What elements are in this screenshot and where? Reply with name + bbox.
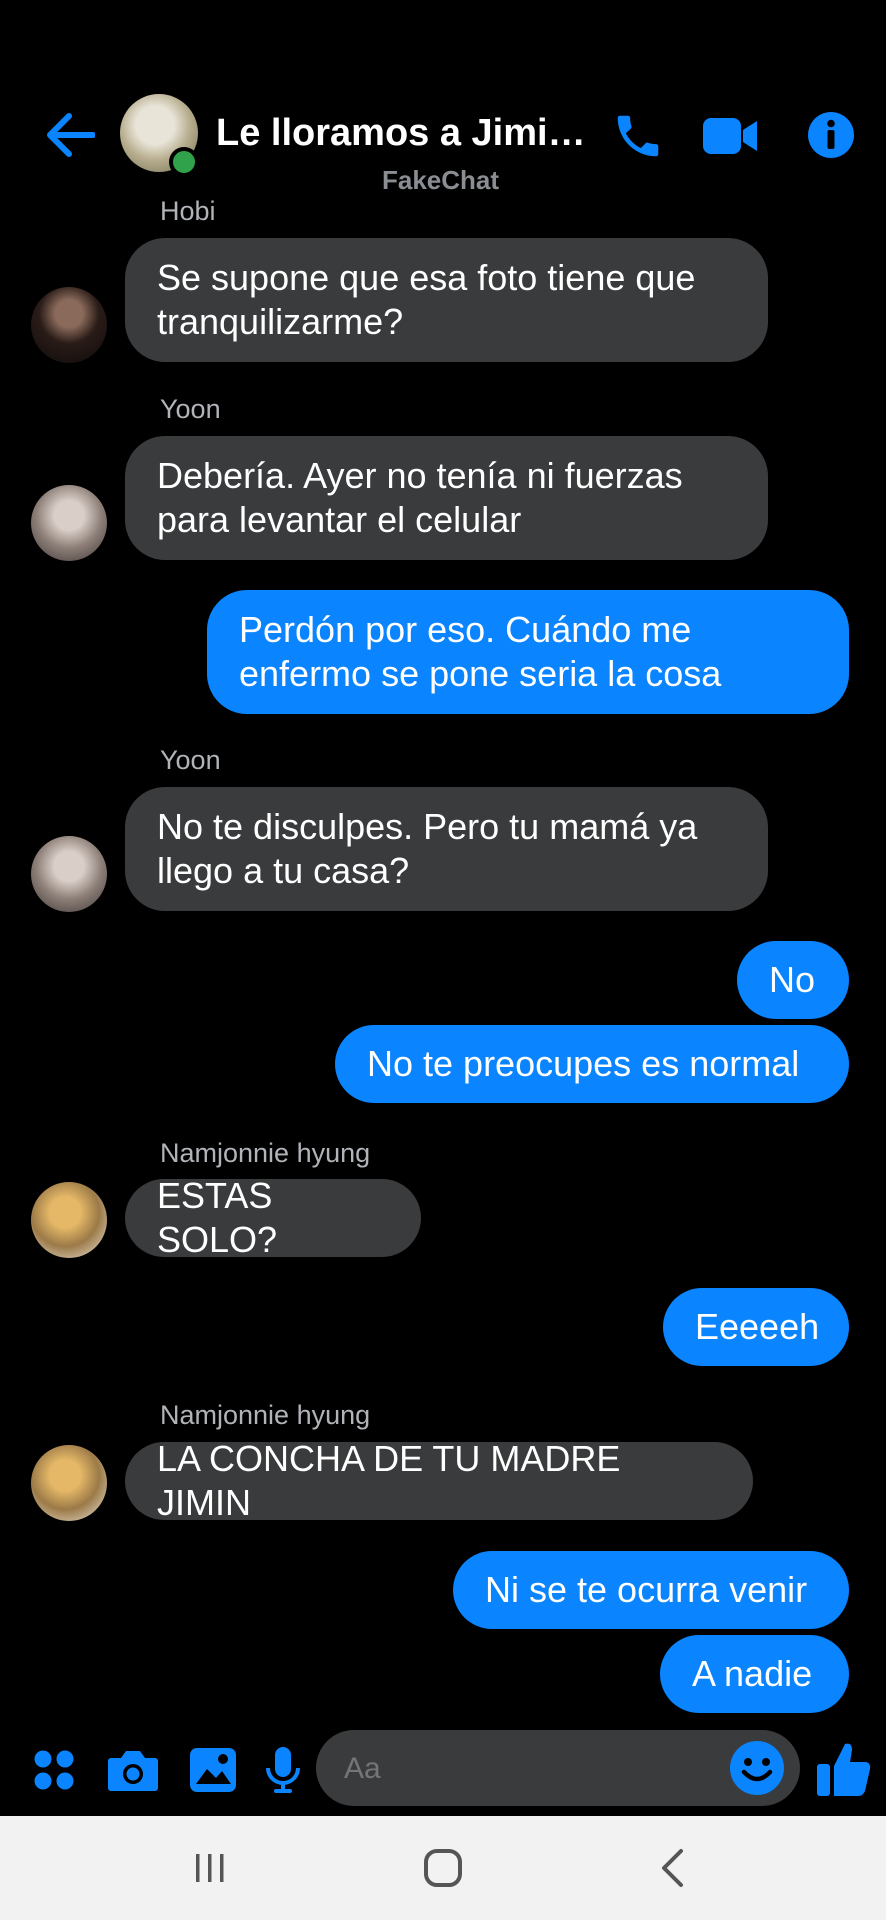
home-icon — [424, 1849, 462, 1887]
nav-back-button[interactable] — [642, 1842, 702, 1894]
more-actions-button[interactable] — [26, 1720, 82, 1820]
chat-info-button[interactable] — [800, 104, 862, 166]
group-avatar[interactable] — [120, 94, 199, 177]
message-bubble[interactable]: LA CONCHA DE TU MADRE JIMIN — [125, 1438, 753, 1523]
sender-avatar[interactable] — [31, 1445, 107, 1521]
info-icon — [808, 112, 854, 158]
message-bubble[interactable]: Ni se te ocurra venir — [453, 1551, 849, 1629]
apps-grid-icon — [34, 1750, 74, 1790]
microphone-icon — [266, 1747, 300, 1793]
back-arrow-icon — [47, 113, 95, 157]
sender-name: Yoon — [160, 394, 221, 424]
back-icon — [662, 1849, 683, 1887]
message-bubble[interactable]: No te disculpes. Pero tu mamá ya llego a… — [125, 787, 768, 911]
gallery-icon — [190, 1748, 236, 1792]
message-input[interactable] — [342, 1740, 726, 1798]
sender-avatar[interactable] — [31, 485, 107, 561]
back-button[interactable] — [40, 105, 100, 165]
message-input-container[interactable] — [316, 1730, 800, 1806]
like-button[interactable] — [816, 1740, 872, 1798]
sender-avatar[interactable] — [31, 1182, 107, 1258]
message-bubble[interactable]: ESTAS SOLO? — [125, 1175, 421, 1260]
camera-button[interactable] — [104, 1720, 162, 1820]
chat-title[interactable]: Le lloramos a Jimi… — [216, 112, 586, 155]
home-button[interactable] — [410, 1838, 476, 1898]
watermark-text: FakeChat — [382, 165, 500, 195]
like-thumb-icon — [817, 1743, 871, 1796]
message-bubble[interactable]: No — [737, 941, 849, 1019]
sender-name: Namjonnie hyung — [160, 1138, 371, 1168]
system-navigation-bar — [0, 1816, 886, 1920]
sender-name: Yoon — [160, 745, 221, 775]
gallery-button[interactable] — [184, 1720, 242, 1820]
chat-header: Le lloramos a Jimi… FakeChat — [0, 0, 886, 200]
video-camera-icon — [703, 118, 757, 154]
emoji-icon — [730, 1741, 784, 1795]
voice-call-button[interactable] — [606, 104, 670, 168]
voice-message-button[interactable] — [258, 1720, 308, 1820]
sender-avatar[interactable] — [31, 287, 107, 363]
emoji-button[interactable] — [728, 1739, 786, 1797]
message-bubble[interactable]: Se supone que esa foto tiene que tranqui… — [125, 238, 768, 362]
online-status-dot — [169, 147, 199, 177]
message-bubble[interactable]: Perdón por eso. Cuándo me enfermo se pon… — [207, 590, 849, 714]
sender-name: Hobi — [160, 196, 216, 226]
message-bubble[interactable]: Debería. Ayer no tenía ni fuerzas para l… — [125, 436, 768, 560]
phone-icon — [617, 115, 659, 157]
recent-apps-icon — [196, 1854, 224, 1882]
sender-name: Namjonnie hyung — [160, 1400, 371, 1430]
video-call-button[interactable] — [698, 104, 762, 168]
message-bubble[interactable]: No te preocupes es normal — [335, 1025, 849, 1103]
recent-apps-button[interactable] — [180, 1842, 240, 1894]
camera-icon — [108, 1751, 158, 1791]
sender-avatar[interactable] — [31, 836, 107, 912]
message-bubble[interactable]: A nadie — [660, 1635, 849, 1713]
message-bubble[interactable]: Eeeeeh — [663, 1288, 849, 1366]
